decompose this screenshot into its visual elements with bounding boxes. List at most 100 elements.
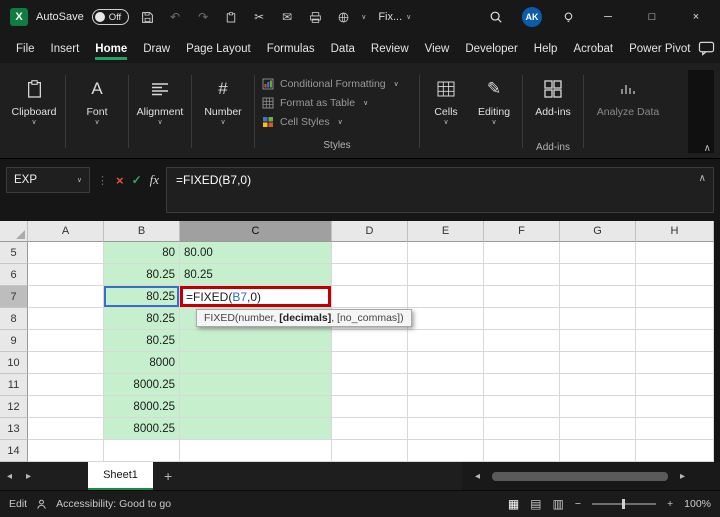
editing-group-button[interactable]: ✎ Editing ∨: [469, 67, 519, 156]
next-sheet-button[interactable]: ▸: [19, 471, 38, 482]
cell-a11[interactable]: [28, 374, 104, 396]
cell-h6[interactable]: [636, 264, 714, 286]
cell-f5[interactable]: [484, 242, 560, 264]
undo-button[interactable]: ↶: [165, 10, 185, 24]
cell-f12[interactable]: [484, 396, 560, 418]
cell-a14[interactable]: [28, 440, 104, 462]
row-header-11[interactable]: 11: [0, 374, 28, 396]
cell-d10[interactable]: [332, 352, 408, 374]
alignment-group-button[interactable]: Alignment ∨: [132, 67, 188, 156]
zoom-in-button[interactable]: +: [667, 498, 673, 510]
tab-view[interactable]: View: [417, 37, 458, 61]
page-break-view-button[interactable]: ▥: [553, 497, 564, 511]
autosave-toggle[interactable]: Off: [91, 9, 130, 25]
cut-button[interactable]: ✂: [249, 10, 269, 24]
add-sheet-button[interactable]: +: [153, 468, 183, 484]
cell-f7[interactable]: [484, 286, 560, 308]
cells-group-button[interactable]: Cells ∨: [423, 67, 469, 156]
qat-fix-dropdown[interactable]: Fix... ∨: [374, 9, 415, 25]
cell-c9[interactable]: [180, 330, 332, 352]
cell-b11[interactable]: 8000.25: [104, 374, 180, 396]
cell-h7[interactable]: [636, 286, 714, 308]
cell-e6[interactable]: [408, 264, 484, 286]
cell-b7-referenced[interactable]: 80.25: [104, 286, 180, 308]
paste-button[interactable]: [221, 11, 241, 24]
cell-e7[interactable]: [408, 286, 484, 308]
cell-e14[interactable]: [408, 440, 484, 462]
tab-developer[interactable]: Developer: [457, 37, 525, 61]
cell-d7[interactable]: [332, 286, 408, 308]
qat-caret-icon[interactable]: ∨: [361, 13, 366, 21]
number-group-button[interactable]: # Number ∨: [195, 67, 251, 156]
cell-g13[interactable]: [560, 418, 636, 440]
select-all-button[interactable]: [0, 221, 28, 242]
column-header-b[interactable]: B: [104, 221, 180, 242]
add-ins-button[interactable]: Add-ins Add-ins: [526, 67, 580, 156]
cell-d14[interactable]: [332, 440, 408, 462]
cell-b8[interactable]: 80.25: [104, 308, 180, 330]
row-header-7[interactable]: 7: [0, 286, 28, 308]
tab-help[interactable]: Help: [526, 37, 566, 61]
minimize-button[interactable]: ─: [594, 11, 622, 23]
mail-button[interactable]: ✉: [277, 10, 297, 24]
cell-c14[interactable]: [180, 440, 332, 462]
cell-g8[interactable]: [560, 308, 636, 330]
zoom-slider[interactable]: [592, 499, 656, 509]
cell-f13[interactable]: [484, 418, 560, 440]
zoom-out-button[interactable]: −: [575, 498, 581, 510]
cell-f11[interactable]: [484, 374, 560, 396]
clipboard-group-button[interactable]: Clipboard ∨: [6, 67, 62, 156]
cell-a12[interactable]: [28, 396, 104, 418]
collapse-ribbon-button[interactable]: ∧: [704, 143, 711, 154]
name-box[interactable]: EXP ∨: [6, 167, 90, 193]
cell-a5[interactable]: [28, 242, 104, 264]
prev-sheet-button[interactable]: ◂: [0, 471, 19, 482]
redo-button[interactable]: ↷: [193, 10, 213, 24]
lightbulb-icon[interactable]: [558, 11, 578, 24]
row-header-6[interactable]: 6: [0, 264, 28, 286]
cell-f9[interactable]: [484, 330, 560, 352]
cell-g7[interactable]: [560, 286, 636, 308]
enter-entry-button[interactable]: ✓: [132, 173, 142, 187]
cell-c7-editing[interactable]: =FIXED(B7,0): [180, 286, 332, 308]
cell-g9[interactable]: [560, 330, 636, 352]
tab-data[interactable]: Data: [323, 37, 363, 61]
search-icon[interactable]: [486, 10, 506, 24]
cell-e13[interactable]: [408, 418, 484, 440]
avatar[interactable]: AK: [522, 7, 542, 27]
tab-page-layout[interactable]: Page Layout: [178, 37, 259, 61]
cell-h10[interactable]: [636, 352, 714, 374]
cell-d6[interactable]: [332, 264, 408, 286]
cell-g11[interactable]: [560, 374, 636, 396]
cell-c12[interactable]: [180, 396, 332, 418]
cell-f14[interactable]: [484, 440, 560, 462]
close-button[interactable]: ×: [682, 11, 710, 23]
cell-b14[interactable]: [104, 440, 180, 462]
column-header-h[interactable]: H: [636, 221, 714, 242]
cell-f8[interactable]: [484, 308, 560, 330]
cell-d5[interactable]: [332, 242, 408, 264]
comments-button[interactable]: [698, 41, 715, 56]
cell-c5[interactable]: 80.00: [180, 242, 332, 264]
horizontal-scrollbar[interactable]: ◂ ▸: [462, 462, 720, 490]
cell-b13[interactable]: 8000.25: [104, 418, 180, 440]
accessibility-status[interactable]: Accessibility: Good to go: [56, 498, 171, 510]
cell-h11[interactable]: [636, 374, 714, 396]
accessibility-icon[interactable]: [36, 499, 47, 510]
save-button[interactable]: [137, 11, 157, 24]
share-sync-button[interactable]: [333, 11, 353, 24]
cell-f10[interactable]: [484, 352, 560, 374]
cell-b9[interactable]: 80.25: [104, 330, 180, 352]
cell-b6[interactable]: 80.25: [104, 264, 180, 286]
drag-handle-icon[interactable]: ⋮: [97, 174, 108, 187]
cell-f6[interactable]: [484, 264, 560, 286]
cell-d9[interactable]: [332, 330, 408, 352]
cell-e5[interactable]: [408, 242, 484, 264]
column-header-a[interactable]: A: [28, 221, 104, 242]
column-header-e[interactable]: E: [408, 221, 484, 242]
cell-e8[interactable]: [408, 308, 484, 330]
cell-e12[interactable]: [408, 396, 484, 418]
row-header-8[interactable]: 8: [0, 308, 28, 330]
font-group-button[interactable]: A Font ∨: [69, 67, 125, 156]
row-header-10[interactable]: 10: [0, 352, 28, 374]
